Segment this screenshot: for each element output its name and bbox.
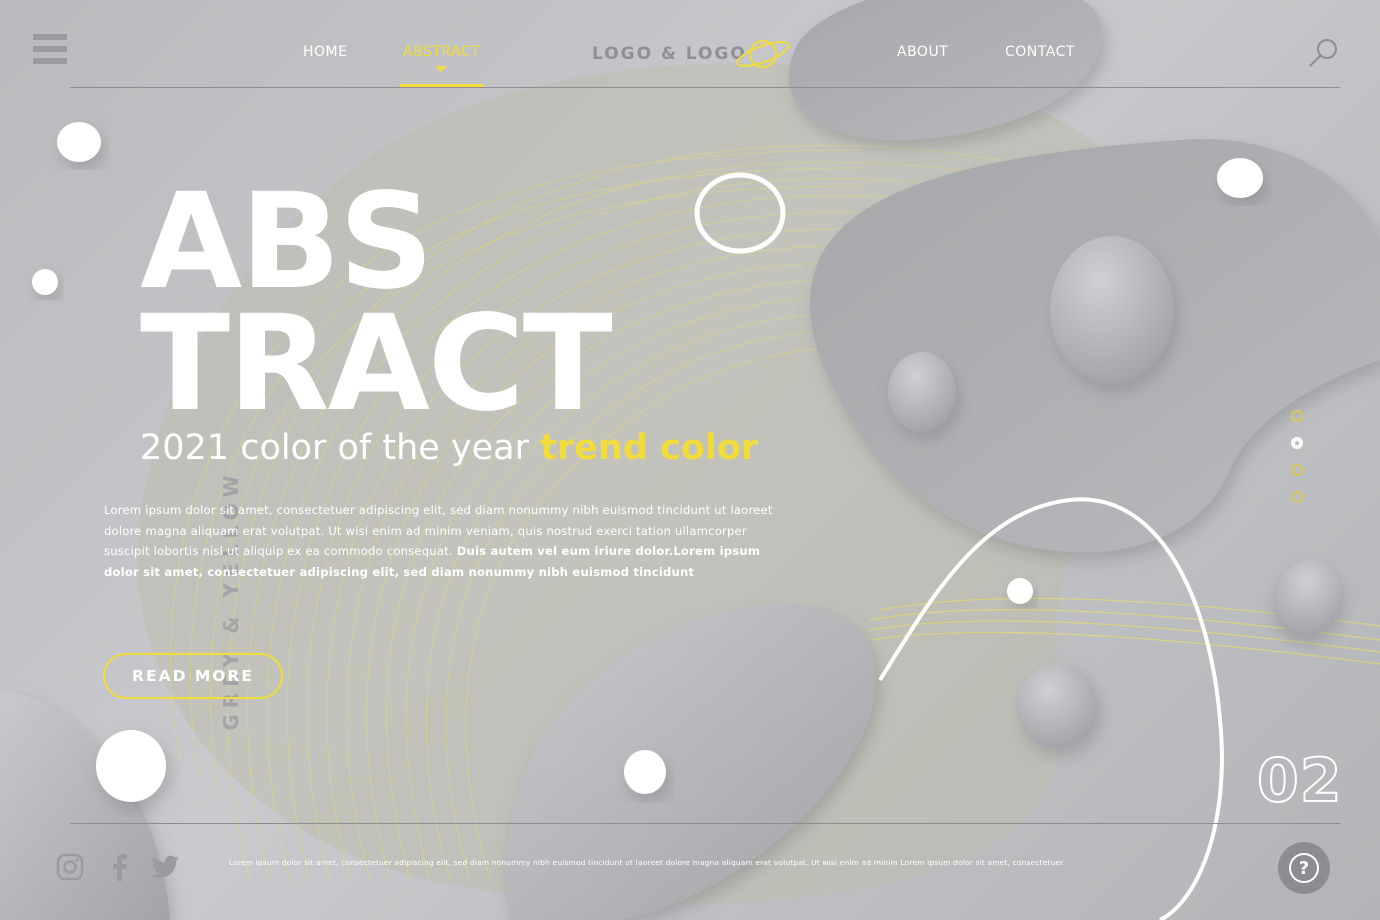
footer-text: Lorem ipsum dolor sit amet, consectetuer… bbox=[229, 858, 1066, 867]
subtitle-prefix: 2021 color of the year bbox=[140, 428, 541, 468]
pagination-dot-2[interactable] bbox=[1291, 437, 1303, 449]
help-button[interactable]: ? bbox=[1278, 842, 1330, 894]
hamburger-menu-icon[interactable] bbox=[33, 34, 67, 64]
pagination-dot-1[interactable] bbox=[1291, 410, 1303, 422]
pagination-dot-4[interactable] bbox=[1291, 491, 1303, 503]
read-more-button[interactable]: READ MORE bbox=[103, 653, 283, 699]
logo-text[interactable]: LOGO & LOGO bbox=[592, 44, 747, 64]
instagram-icon[interactable] bbox=[55, 852, 85, 882]
twitter-icon[interactable] bbox=[151, 852, 181, 882]
footer-divider bbox=[70, 823, 1340, 824]
search-icon[interactable] bbox=[1307, 36, 1341, 70]
hero-subtitle: 2021 color of the year trend color bbox=[140, 428, 758, 468]
nav-about[interactable]: ABOUT bbox=[897, 44, 948, 60]
page-number: 02 bbox=[1256, 745, 1343, 817]
help-icon: ? bbox=[1289, 853, 1319, 883]
landing-page: HOME ABSTRACT LOGO & LOGO ABOUT CONTACT … bbox=[0, 0, 1380, 920]
active-nav-caret-icon bbox=[435, 66, 447, 72]
slide-pagination bbox=[1291, 410, 1303, 518]
planet-icon bbox=[736, 40, 790, 68]
hero-title-line2: TRACT bbox=[140, 287, 613, 441]
header-divider bbox=[70, 87, 1340, 88]
nav-home[interactable]: HOME bbox=[303, 44, 347, 60]
facebook-icon[interactable] bbox=[105, 852, 135, 882]
nav-abstract[interactable]: ABSTRACT bbox=[403, 44, 480, 60]
pagination-dot-3[interactable] bbox=[1291, 464, 1303, 476]
subtitle-highlight: trend color bbox=[540, 428, 759, 468]
nav-contact[interactable]: CONTACT bbox=[1005, 44, 1075, 60]
hero-body-text: Lorem ipsum dolor sit amet, consectetuer… bbox=[104, 500, 774, 582]
